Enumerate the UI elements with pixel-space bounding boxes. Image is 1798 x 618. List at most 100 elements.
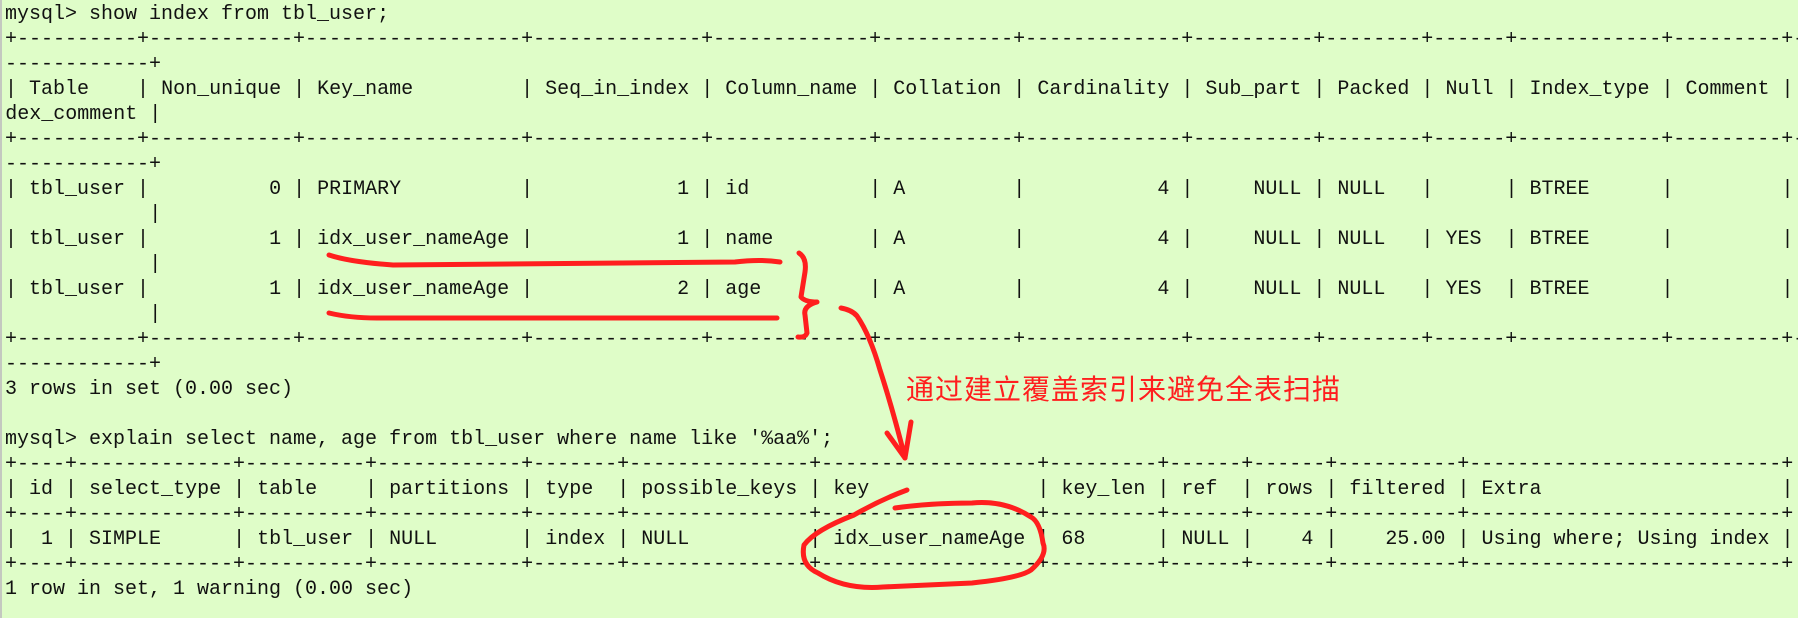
table-cell: index: [545, 528, 606, 551]
table-cell: tbl_user: [29, 228, 126, 251]
table-border: +----+-------------+----------+---------…: [5, 503, 1794, 526]
table-cell: 4: [1157, 228, 1170, 251]
table-cell: SIMPLE: [89, 528, 162, 551]
table-cell: NULL: [1337, 178, 1386, 201]
prompt: mysql>: [5, 428, 90, 451]
command-line: mysql> explain select name, age from tbl…: [5, 427, 1798, 452]
wrapped-line-continuation: +----------+------------+---------------…: [5, 152, 1798, 177]
table-header-row: | id | select_type | table | partitions …: [5, 478, 1794, 501]
wrapped-line-continuation: | tbl_user | 1 | idx_user_nameAge | 1 | …: [5, 252, 1798, 277]
table-cell: 4: [1157, 178, 1170, 201]
table-cell: Using where; Using index: [1481, 528, 1770, 551]
column-header: Sub_part: [1205, 78, 1302, 101]
table-row: | tbl_user | 1 | idx_user_nameAge | 1 | …: [5, 228, 1794, 251]
table-border: +----------+------------+---------------…: [5, 128, 1798, 151]
column-header: key: [833, 478, 870, 501]
table-cell: BTREE: [1529, 228, 1590, 251]
wrapped-line-continuation: | tbl_user | 0 | PRIMARY | 1 | id | A | …: [5, 202, 1798, 227]
table-cell: tbl_user: [257, 528, 354, 551]
table-border: +----------+------------+---------------…: [5, 28, 1798, 51]
column-header: Cardinality: [1037, 78, 1170, 101]
table-cell: id: [725, 178, 750, 201]
result-footer: 3 rows in set (0.00 sec): [5, 378, 294, 401]
table-cell: 4: [1301, 528, 1314, 551]
result-footer: 1 row in set, 1 warning (0.00 sec): [5, 578, 414, 601]
column-header: ref: [1181, 478, 1218, 501]
column-header: select_type: [89, 478, 222, 501]
command-line: mysql> show index from tbl_user;: [5, 2, 1798, 27]
column-header: rows: [1265, 478, 1314, 501]
table-border: +----------+------------+---------------…: [5, 353, 162, 376]
table-header-row: | Table | Non_unique | Key_name | Seq_in…: [5, 102, 1798, 127]
table-cell: age: [725, 278, 762, 301]
table-border: +----+-------------+----------+---------…: [5, 453, 1794, 476]
column-header: Key_name: [317, 78, 414, 101]
table-cell: NULL: [1337, 228, 1386, 251]
column-header: possible_keys: [641, 478, 798, 501]
table-cell: name: [725, 228, 774, 251]
table-cell: YES: [1445, 228, 1482, 251]
prompt: mysql>: [5, 3, 90, 26]
column-header: type: [545, 478, 594, 501]
table-cell: PRIMARY: [317, 178, 402, 201]
table-cell: NULL: [641, 528, 690, 551]
command-text: explain select name, age from tbl_user w…: [89, 428, 834, 451]
table-border: +----------+------------+---------------…: [5, 328, 1798, 351]
table-cell: 1: [677, 228, 690, 251]
column-header: Extra: [1481, 478, 1542, 501]
wrapped-line-continuation: | tbl_user | 1 | idx_user_nameAge | 2 | …: [5, 302, 1798, 327]
table-row: | tbl_user | 0 | PRIMARY | 1 | id | A | …: [149, 203, 162, 226]
column-header: Null: [1445, 78, 1494, 101]
table-border: +----------+------------+---------------…: [5, 153, 162, 176]
table-cell: 25.00: [1385, 528, 1446, 551]
table-cell: tbl_user: [29, 178, 126, 201]
table-row: | tbl_user | 1 | idx_user_nameAge | 2 | …: [149, 303, 162, 326]
table-row: | tbl_user | 0 | PRIMARY | 1 | id | A | …: [5, 178, 1794, 201]
table-cell: 0: [269, 178, 282, 201]
table-cell: 2: [677, 278, 690, 301]
table-header-row: | Table | Non_unique | Key_name | Seq_in…: [5, 78, 1794, 101]
column-header: Seq_in_index: [545, 78, 690, 101]
table-cell: 1: [41, 528, 54, 551]
table-cell: tbl_user: [29, 278, 126, 301]
column-header: Packed: [1337, 78, 1410, 101]
table-row: | tbl_user | 1 | idx_user_nameAge | 1 | …: [149, 253, 162, 276]
column-header: id: [29, 478, 54, 501]
table-cell: A: [893, 278, 906, 301]
table-cell: NULL: [389, 528, 438, 551]
table-cell: idx_user_nameAge: [317, 278, 510, 301]
column-header: Collation: [893, 78, 1002, 101]
table-cell: NULL: [1253, 278, 1302, 301]
column-header: Table: [29, 78, 90, 101]
explain-result-table: +----+-------------+----------+---------…: [5, 452, 1796, 577]
table-cell: BTREE: [1529, 278, 1590, 301]
table-cell: 1: [269, 228, 282, 251]
table-cell: NULL: [1253, 228, 1302, 251]
table-cell: idx_user_nameAge: [833, 528, 1026, 551]
column-header: Comment: [1685, 78, 1770, 101]
column-header: partitions: [389, 478, 510, 501]
wrapped-line-continuation: | Table | Non_unique | Key_name | Seq_in…: [5, 102, 1798, 127]
table-cell: 1: [677, 178, 690, 201]
table-row: | tbl_user | 1 | idx_user_nameAge | 2 | …: [5, 278, 1794, 301]
table-cell: NULL: [1337, 278, 1386, 301]
table-cell: 4: [1157, 278, 1170, 301]
index-result-table: +----------+------------+---------------…: [5, 27, 1798, 377]
table-border: +----------+------------+---------------…: [5, 53, 162, 76]
table-cell: BTREE: [1529, 178, 1590, 201]
table-cell: idx_user_nameAge: [317, 228, 510, 251]
column-header: table: [257, 478, 318, 501]
table-cell: 68: [1061, 528, 1086, 551]
column-header: filtered: [1349, 478, 1446, 501]
column-header: Index_type: [1529, 78, 1650, 101]
column-header: Non_unique: [161, 78, 282, 101]
column-header: Index_comment: [5, 103, 138, 126]
table-cell: NULL: [1181, 528, 1230, 551]
table-cell: NULL: [1253, 178, 1302, 201]
column-header: key_len: [1061, 478, 1146, 501]
wrapped-line-continuation: +----------+------------+---------------…: [5, 352, 1798, 377]
table-border: +----+-------------+----------+---------…: [5, 553, 1794, 576]
command-text: show index from tbl_user;: [89, 3, 390, 26]
terminal-window[interactable]: mysql> show index from tbl_user; +------…: [0, 0, 1798, 618]
